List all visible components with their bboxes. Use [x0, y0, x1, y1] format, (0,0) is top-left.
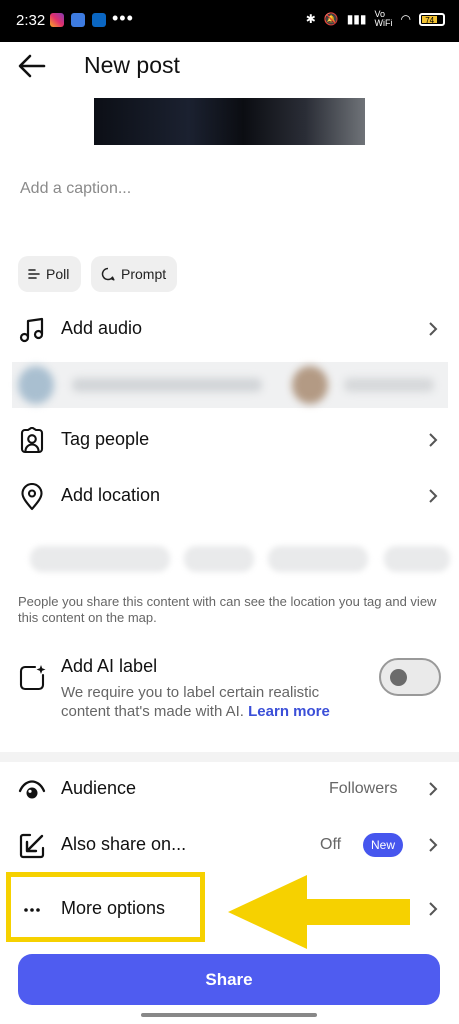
- also-share-label: Also share on...: [61, 834, 187, 854]
- caption-input[interactable]: Add a caption...: [20, 180, 131, 198]
- prompt-icon: [101, 267, 115, 281]
- ai-label-icon: [19, 665, 46, 691]
- wifi-icon: ◠: [400, 12, 411, 26]
- media-thumbnail[interactable]: [94, 98, 365, 145]
- home-indicator: [141, 1013, 317, 1017]
- share-button[interactable]: Share: [18, 954, 440, 1005]
- tag-people-row[interactable]: Tag people: [0, 414, 459, 466]
- chevron-right-icon: [429, 902, 438, 916]
- also-share-value: Off: [320, 836, 342, 853]
- app-notification-icon: [71, 13, 85, 27]
- mute-icon: 🔕: [323, 12, 339, 26]
- add-audio-label: Add audio: [61, 318, 143, 338]
- tag-person-icon: [20, 427, 44, 454]
- chevron-right-icon: [429, 838, 438, 852]
- header: New post: [0, 42, 459, 90]
- poll-chip-label: Poll: [46, 266, 70, 282]
- learn-more-link[interactable]: Learn more: [248, 703, 330, 720]
- location-suggestions[interactable]: [0, 540, 459, 576]
- add-location-row[interactable]: Add location: [0, 470, 459, 522]
- audio-suggestions[interactable]: [12, 362, 448, 408]
- eye-icon: [18, 780, 46, 799]
- status-time: 2:32: [16, 12, 46, 29]
- audience-value: Followers: [329, 780, 398, 797]
- tag-people-label: Tag people: [61, 429, 150, 449]
- prompt-chip-label: Prompt: [121, 266, 167, 282]
- ai-label-title: Add AI label: [61, 656, 158, 676]
- toggle-knob: [390, 669, 407, 686]
- prompt-chip[interactable]: Prompt: [91, 256, 177, 292]
- back-arrow-icon[interactable]: [16, 52, 48, 80]
- chevron-right-icon: [429, 489, 438, 503]
- ai-label-description: We require you to label certain realisti…: [61, 684, 330, 720]
- bluetooth-icon: ✱: [305, 12, 316, 26]
- section-divider: [0, 752, 459, 762]
- network-label: Vo WiFi: [374, 9, 393, 28]
- page-title: New post: [84, 52, 180, 78]
- audience-row[interactable]: Audience Followers: [0, 763, 459, 815]
- chevron-right-icon: [429, 322, 438, 336]
- status-bar: 2:32 ••• ✱ 🔕 ▮▮▮ Vo WiFi ◠ 74: [0, 0, 459, 42]
- annotation-arrow-icon: [228, 875, 410, 949]
- highlight-box: [6, 872, 205, 942]
- location-note: People you share this content with can s…: [18, 594, 437, 625]
- share-button-label: Share: [205, 969, 253, 989]
- chevron-right-icon: [429, 433, 438, 447]
- more-notifications-icon: •••: [112, 8, 134, 28]
- ai-label-toggle[interactable]: [379, 658, 441, 696]
- battery-level: 74: [422, 15, 438, 25]
- music-note-icon: [19, 317, 44, 343]
- poll-icon: [28, 269, 40, 279]
- linkedin-notification-icon: [92, 13, 106, 27]
- chevron-right-icon: [429, 782, 438, 796]
- instagram-notification-icon: [50, 13, 64, 27]
- signal-icon: ▮▮▮: [346, 12, 367, 26]
- add-location-label: Add location: [61, 485, 161, 505]
- poll-chip[interactable]: Poll: [18, 256, 81, 292]
- add-audio-row[interactable]: Add audio: [0, 303, 459, 355]
- location-pin-icon: [21, 483, 43, 511]
- share-arrow-icon: [19, 833, 45, 859]
- battery-icon: 74: [419, 12, 445, 26]
- new-badge: New: [363, 833, 403, 857]
- audience-label: Audience: [61, 778, 137, 798]
